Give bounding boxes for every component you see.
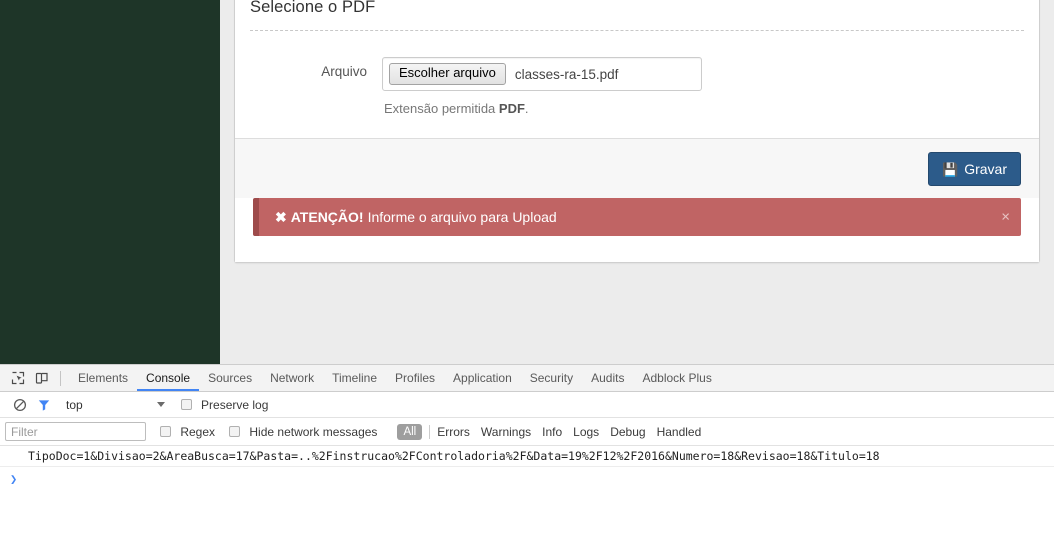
tab-profiles[interactable]: Profiles xyxy=(386,365,444,391)
tab-elements[interactable]: Elements xyxy=(69,365,137,391)
title-divider xyxy=(250,30,1024,31)
tab-sources[interactable]: Sources xyxy=(199,365,261,391)
tab-application[interactable]: Application xyxy=(444,365,521,391)
panel-body: Selecione o PDF Arquivo Escolher arquivo… xyxy=(235,0,1039,138)
browse-file-button[interactable]: Escolher arquivo xyxy=(389,63,506,85)
level-filter-logs[interactable]: Logs xyxy=(573,425,599,439)
file-input[interactable]: Escolher arquivo classes-ra-15.pdf xyxy=(382,57,702,91)
file-help-text: Extensão permitida PDF. xyxy=(384,101,702,116)
hide-network-messages-label: Hide network messages xyxy=(249,424,378,439)
level-filter-handled[interactable]: Handled xyxy=(657,425,702,439)
console-message[interactable]: TipoDoc=1&Divisao=2&AreaBusca=17&Pasta=.… xyxy=(0,446,1054,467)
file-form-row: Arquivo Escolher arquivo classes-ra-15.p… xyxy=(249,57,1025,116)
file-control-wrapper: Escolher arquivo classes-ra-15.pdf Exten… xyxy=(382,57,702,116)
tab-console[interactable]: Console xyxy=(137,365,199,391)
regex-label: Regex xyxy=(180,424,216,439)
device-toolbar-icon[interactable] xyxy=(30,367,54,389)
filter-input[interactable] xyxy=(5,422,146,441)
console-message-list: TipoDoc=1&Divisao=2&AreaBusca=17&Pasta=.… xyxy=(0,446,1054,491)
inspect-element-icon[interactable] xyxy=(6,367,30,389)
alert-strong-label: ATENÇÃO! xyxy=(290,209,364,225)
console-filter-bar: Regex Hide network messages All Errors W… xyxy=(0,418,1054,446)
chevron-down-icon[interactable] xyxy=(156,402,165,407)
panel-footer: 💾 Gravar xyxy=(235,138,1039,198)
preserve-log-label: Preserve log xyxy=(201,397,269,412)
upload-panel: Selecione o PDF Arquivo Escolher arquivo… xyxy=(234,0,1040,263)
alert-x-icon: ✖ xyxy=(275,208,287,225)
clear-console-icon[interactable] xyxy=(8,394,32,416)
alert-wrapper: ✖ ATENÇÃO! Informe o arquivo para Upload… xyxy=(235,198,1039,262)
help-text-prefix: Extensão permitida xyxy=(384,101,499,116)
web-page-region: Selecione o PDF Arquivo Escolher arquivo… xyxy=(0,0,1054,364)
tab-timeline[interactable]: Timeline xyxy=(323,365,386,391)
console-prompt[interactable]: ❯ xyxy=(0,467,1054,491)
panel-title: Selecione o PDF xyxy=(250,0,376,16)
tab-audits[interactable]: Audits xyxy=(582,365,633,391)
main-content-area: Selecione o PDF Arquivo Escolher arquivo… xyxy=(220,0,1054,364)
preserve-log-checkbox-wrap: Preserve log xyxy=(180,397,283,412)
devtools-panel: Elements Console Sources Network Timelin… xyxy=(0,364,1054,540)
filter-funnel-icon[interactable] xyxy=(32,394,56,416)
level-filter-info[interactable]: Info xyxy=(542,425,562,439)
preserve-log-checkbox[interactable] xyxy=(180,399,192,411)
alert-message: Informe o arquivo para Upload xyxy=(367,209,557,225)
execution-context-selector[interactable]: top xyxy=(66,398,83,412)
error-alert: ✖ ATENÇÃO! Informe o arquivo para Upload… xyxy=(253,198,1021,236)
tab-network[interactable]: Network xyxy=(261,365,323,391)
regex-checkbox[interactable] xyxy=(160,426,171,438)
devtools-tabbar: Elements Console Sources Network Timelin… xyxy=(0,365,1054,392)
help-text-suffix: . xyxy=(524,101,529,116)
hide-network-messages-checkbox[interactable] xyxy=(229,426,241,438)
level-separator xyxy=(429,424,431,439)
hide-network-checkbox-wrap: Hide network messages xyxy=(229,424,391,439)
tab-adblock-plus[interactable]: Adblock Plus xyxy=(633,365,720,391)
help-text-extension: PDF xyxy=(498,101,525,116)
sidebar xyxy=(0,0,220,364)
tab-security[interactable]: Security xyxy=(521,365,582,391)
save-button-label: Gravar xyxy=(964,161,1007,177)
level-filter-all[interactable]: All xyxy=(397,423,423,440)
regex-checkbox-wrap: Regex xyxy=(160,424,229,439)
floppy-disk-icon: 💾 xyxy=(942,161,959,177)
level-filter-errors[interactable]: Errors xyxy=(437,425,470,439)
selected-file-name: classes-ra-15.pdf xyxy=(514,66,619,82)
level-filter-debug[interactable]: Debug xyxy=(610,425,645,439)
save-button[interactable]: 💾 Gravar xyxy=(928,152,1021,186)
level-filter-warnings[interactable]: Warnings xyxy=(481,425,531,439)
toolbar-separator xyxy=(60,370,61,386)
file-field-label: Arquivo xyxy=(321,64,367,79)
close-icon[interactable]: × xyxy=(1001,210,1010,225)
console-toolbar: top Preserve log xyxy=(0,392,1054,418)
